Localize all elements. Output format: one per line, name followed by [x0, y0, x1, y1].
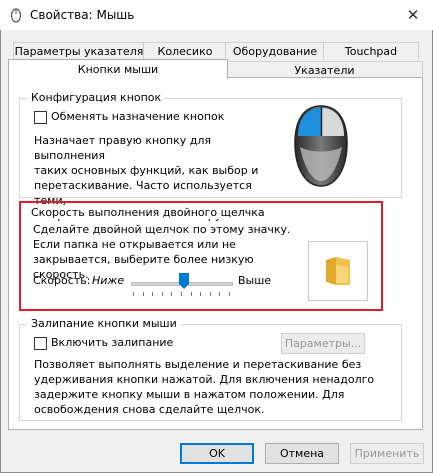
- mouse-icon: [10, 8, 22, 23]
- ok-button[interactable]: OK: [180, 443, 254, 464]
- slider-tick: [229, 292, 230, 296]
- tab-pointers[interactable]: Указатели: [226, 61, 423, 78]
- slider-tick: [152, 292, 154, 296]
- mouse-illustration-icon: [294, 105, 348, 187]
- cancel-button[interactable]: Отмена: [265, 443, 339, 464]
- speed-slow-label: Ниже: [92, 274, 125, 287]
- double-click-label: Скорость выполнения двойного щелчка: [28, 206, 268, 219]
- slider-tick: [161, 292, 163, 296]
- tab-hardware[interactable]: Оборудование: [225, 42, 325, 59]
- click-lock-checkbox[interactable]: [34, 337, 47, 350]
- click-lock-checkbox-label[interactable]: Включить залипание: [51, 336, 173, 349]
- swap-buttons-checkbox[interactable]: [34, 111, 47, 124]
- apply-button[interactable]: Применить: [350, 443, 424, 464]
- test-folder-area[interactable]: [308, 241, 368, 301]
- slider-tick: [200, 292, 202, 296]
- folder-icon: [326, 257, 350, 285]
- slider-tick: [171, 292, 173, 296]
- close-icon: ✕: [406, 6, 420, 24]
- slider-tick: [181, 292, 182, 296]
- speed-fast-label: Выше: [238, 274, 272, 287]
- speed-slider-thumb[interactable]: [179, 273, 189, 289]
- speed-label: Скорость:: [33, 274, 91, 287]
- slider-tick: [190, 292, 192, 296]
- tab-pointer-options[interactable]: Параметры указателя: [13, 42, 145, 59]
- slider-tick: [219, 292, 221, 296]
- window-title: Свойства: Мышь: [30, 8, 135, 22]
- title-bar: Свойства: Мышь ✕: [0, 0, 433, 30]
- swap-buttons-label[interactable]: Обменять назначение кнопок: [51, 110, 224, 123]
- slider-tick: [142, 292, 144, 296]
- tab-wheel[interactable]: Колесико: [143, 42, 227, 59]
- slider-tick: [133, 292, 134, 296]
- tab-buttons[interactable]: Кнопки мыши: [8, 59, 228, 79]
- click-lock-label: Залипание кнопки мыши: [28, 317, 180, 330]
- click-lock-settings-button[interactable]: Параметры...: [281, 333, 365, 354]
- double-click-description: Сделайте двойной щелчок по этому значку.…: [33, 223, 291, 281]
- button-config-label: Конфигурация кнопок: [28, 91, 165, 104]
- click-lock-description: Позволяет выполнять выделение и перетаск…: [34, 358, 375, 416]
- tab-touchpad[interactable]: Touchpad: [323, 42, 419, 59]
- close-button[interactable]: ✕: [400, 5, 426, 25]
- slider-tick: [209, 292, 211, 296]
